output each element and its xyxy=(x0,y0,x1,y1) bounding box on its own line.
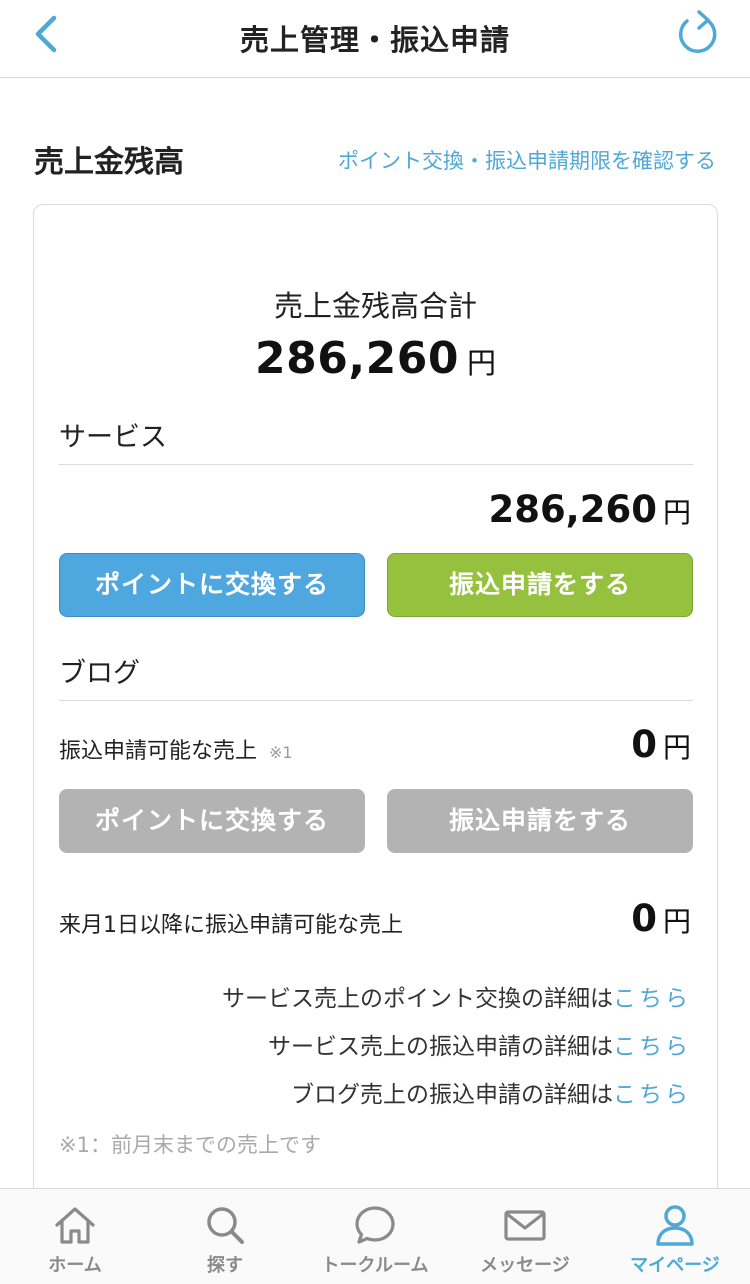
service-heading: サービス xyxy=(59,415,693,465)
user-icon xyxy=(656,1205,694,1246)
tab-label: 探す xyxy=(207,1255,243,1276)
tab-home[interactable]: ホーム xyxy=(0,1189,150,1284)
blog-available-label: 振込申請可能な売上 ※1 xyxy=(59,733,293,765)
service-transfer-request-button[interactable]: 振込申請をする xyxy=(387,553,693,617)
service-amount-unit: 円 xyxy=(662,496,691,529)
blog-transfer-detail: ブログ売上の振込申請の詳細はこちら xyxy=(291,1075,691,1109)
blog-exchange-points-button[interactable]: ポイントに交換する xyxy=(59,789,365,853)
tab-label: マイページ xyxy=(630,1255,720,1276)
blog-available-amount-value: 0 xyxy=(631,723,657,766)
blog-heading: ブログ xyxy=(59,651,693,701)
tab-label: ホーム xyxy=(48,1255,102,1276)
tab-messages[interactable]: メッセージ xyxy=(450,1189,600,1284)
balance-section-header: 売上金残高 ポイント交換・振込申請期限を確認する xyxy=(0,137,750,181)
reload-icon[interactable] xyxy=(674,8,720,58)
blog-available-amount: 0円 xyxy=(631,723,691,766)
blog-available-amount-unit: 円 xyxy=(662,731,691,764)
next-month-label: 来月1日以降に振込申請可能な売上 xyxy=(59,913,403,938)
detail-text: サービス売上のポイント交換の詳細は xyxy=(222,986,613,1012)
bottom-tab-bar: ホーム 探す トークルーム メッセージ マイページ xyxy=(0,1188,750,1284)
search-icon xyxy=(207,1207,244,1244)
blog-transfer-request-button[interactable]: 振込申請をする xyxy=(387,789,693,853)
next-month-amount-unit: 円 xyxy=(662,905,691,938)
total-balance-label: 売上金残高合計 xyxy=(273,289,477,323)
service-transfer-detail: サービス売上の振込申請の詳細はこちら xyxy=(268,1027,691,1061)
tab-label: トークルーム xyxy=(321,1255,429,1276)
total-balance-value: 286,260 xyxy=(255,333,459,384)
service-exchange-detail: サービス売上のポイント交換の詳細はこちら xyxy=(222,979,691,1013)
tab-mypage[interactable]: マイページ xyxy=(600,1189,750,1284)
total-balance-unit: 円 xyxy=(466,346,496,380)
footnote: ※1：前月末までの売上です xyxy=(59,1133,321,1157)
next-month-amount-value: 0 xyxy=(631,897,657,940)
tab-talkroom[interactable]: トークルーム xyxy=(300,1189,450,1284)
tab-label: メッセージ xyxy=(480,1255,570,1276)
detail-link[interactable]: こちら xyxy=(613,986,691,1012)
detail-text: ブログ売上の振込申請の詳細は xyxy=(291,1082,613,1108)
tab-search[interactable]: 探す xyxy=(150,1189,300,1284)
next-month-amount: 0円 xyxy=(631,897,691,940)
blog-available-label-text: 振込申請可能な売上 xyxy=(59,739,258,764)
page-title: 売上管理・振込申請 xyxy=(239,23,510,57)
navigation-header: 売上管理・振込申請 xyxy=(0,0,750,78)
service-amount: 286,260 円 xyxy=(488,488,691,531)
detail-link[interactable]: こちら xyxy=(613,1034,691,1060)
detail-link[interactable]: こちら xyxy=(613,1082,691,1108)
service-exchange-points-button[interactable]: ポイントに交換する xyxy=(59,553,365,617)
section-title: 売上金残高 xyxy=(34,145,184,180)
total-balance-amount: 286,260 円 xyxy=(34,333,717,384)
blog-available-note: ※1 xyxy=(269,743,293,762)
service-amount-value: 286,260 xyxy=(488,488,657,531)
chat-bubble-icon xyxy=(355,1206,395,1244)
envelope-icon xyxy=(504,1210,546,1241)
detail-text: サービス売上の振込申請の詳細は xyxy=(268,1034,613,1060)
balance-card: 売上金残高合計 286,260 円 サービス 286,260 円 ポイントに交換する… xyxy=(33,204,718,1284)
home-icon xyxy=(55,1207,95,1244)
period-check-link[interactable]: ポイント交換・振込申請期限を確認する xyxy=(338,145,716,175)
